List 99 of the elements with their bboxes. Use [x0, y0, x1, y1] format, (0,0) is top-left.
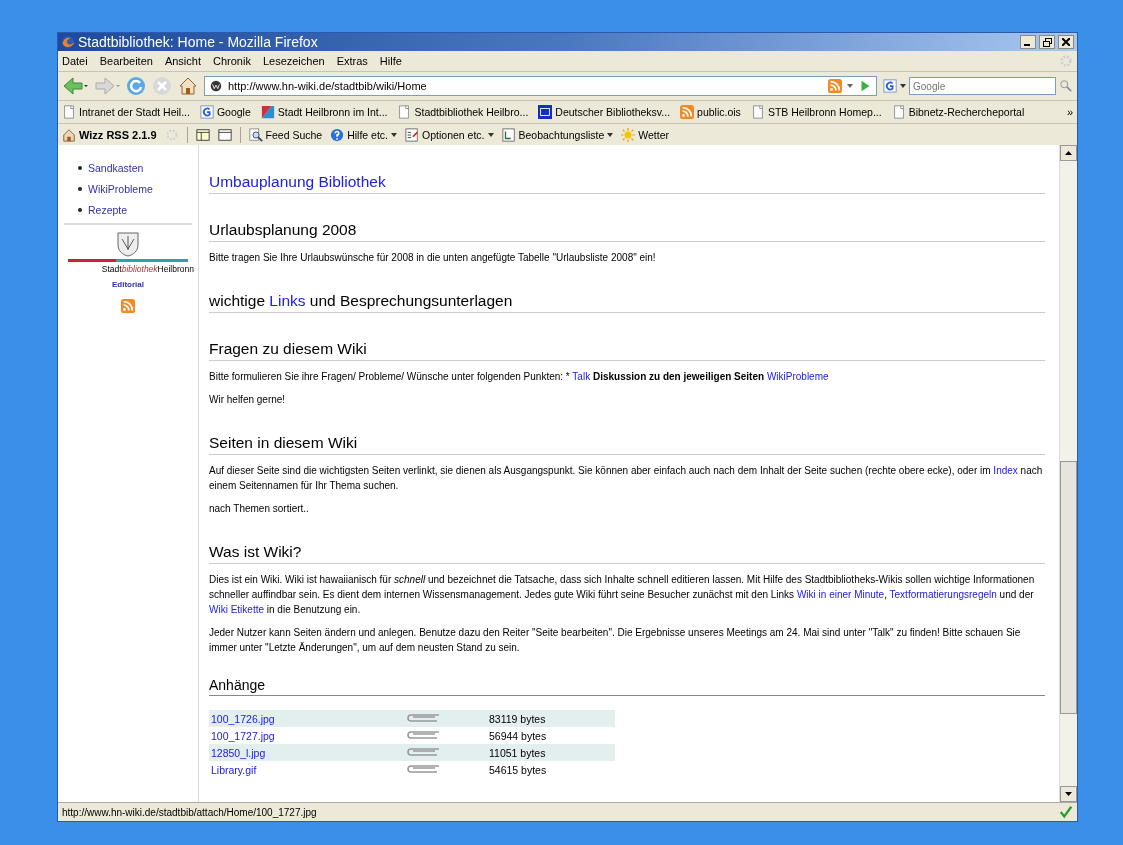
activity-spinner-icon: [1059, 54, 1073, 68]
rss-icon[interactable]: [121, 299, 135, 313]
restore-button[interactable]: [1039, 35, 1055, 49]
section-heading: Fragen zu diesem Wiki: [209, 340, 1045, 361]
site-icon: [209, 79, 223, 93]
window-icon[interactable]: [217, 127, 232, 142]
window-title: Stadtbibliothek: Home - Mozilla Firefox: [78, 34, 319, 50]
page-icon: [397, 105, 412, 119]
close-icon: [1062, 38, 1070, 46]
bookmark-link[interactable]: STB Heilbronn Homep...: [767, 106, 882, 118]
section-heading: Urlaubsplanung 2008: [209, 221, 1045, 242]
globe-fox-icon: [61, 35, 75, 49]
menu-item[interactable]: Ansicht: [164, 55, 201, 67]
checkmark-icon: [1059, 805, 1073, 819]
paragraph: Auf dieser Seite sind die wichtigsten Seiten verlinkt, sie dienen als Ausgangspunkt. Sie können aber einfach auch nach dem Inhalt der Seite suchen (rechte obere ecke), oder im Index nach einem Seitennamen für Ihr Thema suchen.: [209, 464, 1044, 493]
file-size: 83119 bytes: [487, 710, 615, 727]
menu-item[interactable]: Lesezeichen: [262, 55, 325, 67]
link[interactable]: Links: [269, 292, 306, 309]
link[interactable]: WikiProbleme: [766, 371, 829, 382]
bookmark-link[interactable]: Google: [216, 106, 251, 118]
link[interactable]: Wiki Etikette: [209, 604, 264, 615]
link[interactable]: Textformatierungsregeln: [889, 589, 997, 600]
options-icon: [405, 127, 420, 142]
g-logo-icon: [199, 105, 214, 119]
search-icon[interactable]: [1059, 79, 1073, 93]
library-logo-text: StadtbibliothekHeilbronn: [101, 264, 194, 274]
scrollbar[interactable]: [1059, 145, 1077, 802]
restore-icon: [1042, 37, 1052, 47]
section-heading: Seiten in diesem Wiki: [209, 434, 1045, 455]
g-logo-icon: [883, 79, 897, 93]
caret-icon[interactable]: [607, 132, 614, 137]
sun-icon: [621, 127, 636, 142]
section-heading: Was ist Wiki?: [209, 543, 1045, 564]
down-arrow-icon[interactable]: [1065, 792, 1072, 796]
toolbar-button[interactable]: Wetter: [638, 128, 670, 141]
reload-icon[interactable]: [126, 76, 146, 96]
house-icon: [62, 127, 76, 142]
flag-icon: [260, 105, 275, 119]
crest-icon: [116, 231, 140, 257]
search-icon: [248, 127, 263, 142]
back-arrow-icon[interactable]: [62, 75, 88, 97]
status-text: http://www.hn-wiki.de/stadtbib/attach/Home/100_1727.jpg: [62, 806, 318, 818]
bookmark-link[interactable]: Stadtbibliothek Heilbro...: [414, 106, 529, 118]
file-size: 56944 bytes: [487, 727, 615, 744]
home-icon[interactable]: [178, 76, 198, 96]
link[interactable]: Umbauplanung Bibliothek: [209, 173, 386, 190]
more-bookmarks-button[interactable]: »: [1066, 106, 1073, 118]
paragraph: Jeder Nutzer kann Seiten ändern und anlegen. Benutze dazu den Reiter "Seite bearbeiten". Die Ergebnisse unseres Meetings am 24. Mai sind unter "Talk" zu finden! Bitte schauen Sie immer unter "Letzte Änderungen", um auf dem neusten Stand zu sein.: [209, 626, 1022, 655]
menu-item[interactable]: Datei: [62, 55, 88, 67]
caret-icon[interactable]: [900, 84, 906, 88]
editorial-link[interactable]: Editorial: [112, 280, 144, 289]
sidebar-link[interactable]: WikiProbleme: [88, 182, 153, 195]
paragraph: Wir helfen gerne!: [209, 393, 287, 407]
close-button[interactable]: [1058, 35, 1074, 49]
search-field[interactable]: Google: [909, 77, 1056, 95]
file-size: 11051 bytes: [487, 744, 615, 761]
toolbar-button[interactable]: Beobachtungsliste: [518, 128, 605, 141]
paragraph: Bitte tragen Sie Ihre Urlaubswünsche für 2008 in die unten angefügte Tabelle "Urlaubsliste 2008" ein!: [209, 251, 657, 265]
menu-item[interactable]: Extras: [336, 55, 368, 67]
paragraph: Dies ist ein Wiki. Wiki ist hawaiianisch für schnell und bezeichnet die Tatsache, dass sich Inhalte schnell editieren lassen. Mit Hilfe des Stadtbibliotheks-Wikis sollen wichtige Informationen schneller auffindbar sein. Es dient dem internen Wissensmanagement. Jedes gute Wiki führt seine Besucher zunächst mit den Links Wiki in einer Minute, Textformatierungsregeln und der Wiki Etikette in die Benutzung ein.: [209, 573, 1036, 617]
sidebar-link[interactable]: Rezepte: [88, 203, 128, 216]
rss-icon: [828, 79, 842, 93]
dbv-logo-icon: [538, 105, 553, 119]
paragraph: nach Themen sortiert..: [209, 502, 310, 516]
rss-icon: [680, 105, 695, 119]
caret-icon[interactable]: [391, 132, 398, 137]
toolbar-button[interactable]: Feed Suche: [265, 128, 323, 141]
paragraph: Bitte formulieren Sie ihre Fragen/ Probleme/ Wünsche unter folgenden Punkten: * Talk Diskussion zu den jeweiligen Seiten WikiProbleme: [209, 370, 830, 384]
menu-item[interactable]: Bearbeiten: [99, 55, 153, 67]
minimize-button[interactable]: [1020, 35, 1036, 49]
page-icon: [62, 105, 76, 119]
bookmark-link[interactable]: Deutscher Bibliotheksv...: [555, 106, 671, 118]
help-icon: [330, 127, 345, 142]
caret-icon[interactable]: [487, 132, 494, 137]
list-icon: [501, 127, 516, 142]
bookmark-link[interactable]: Bibnetz-Rechercheportal: [908, 106, 1025, 118]
link[interactable]: Talk: [572, 371, 591, 382]
page-icon: [891, 105, 906, 119]
file-size: 54615 bytes: [487, 761, 615, 778]
up-arrow-icon[interactable]: [1065, 151, 1072, 155]
toolbar-button[interactable]: Wizz RSS 2.1.9: [79, 128, 157, 141]
attachment-link[interactable]: Library.gif: [211, 763, 257, 776]
spinner-icon: [164, 127, 179, 142]
bookmark-link[interactable]: Stadt Heilbronn im Int...: [277, 106, 388, 118]
caret-icon[interactable]: [847, 84, 853, 88]
section-heading: wichtige Links und Besprechungsunterlagen: [209, 292, 1045, 313]
link[interactable]: Index: [993, 465, 1018, 476]
section-heading: Anhänge: [209, 677, 1045, 696]
sidebar-link[interactable]: Sandkasten: [88, 161, 144, 174]
address-field[interactable]: http://www.hn-wiki.de/stadtbib/wiki/Home: [204, 76, 877, 96]
bookmark-link[interactable]: Intranet der Stadt Heil...: [79, 106, 190, 118]
attachment-link[interactable]: 100_1727.jpg: [211, 729, 275, 742]
toolbar-button[interactable]: Hilfe etc.: [347, 128, 389, 141]
toolbar-button[interactable]: Optionen etc.: [422, 128, 485, 141]
page-icon: [750, 105, 765, 119]
bookmark-link[interactable]: public.ois: [697, 106, 741, 118]
menu-item[interactable]: Chronik: [213, 55, 251, 67]
menu-item[interactable]: Hilfe: [379, 55, 402, 67]
window-icon[interactable]: [195, 127, 210, 142]
